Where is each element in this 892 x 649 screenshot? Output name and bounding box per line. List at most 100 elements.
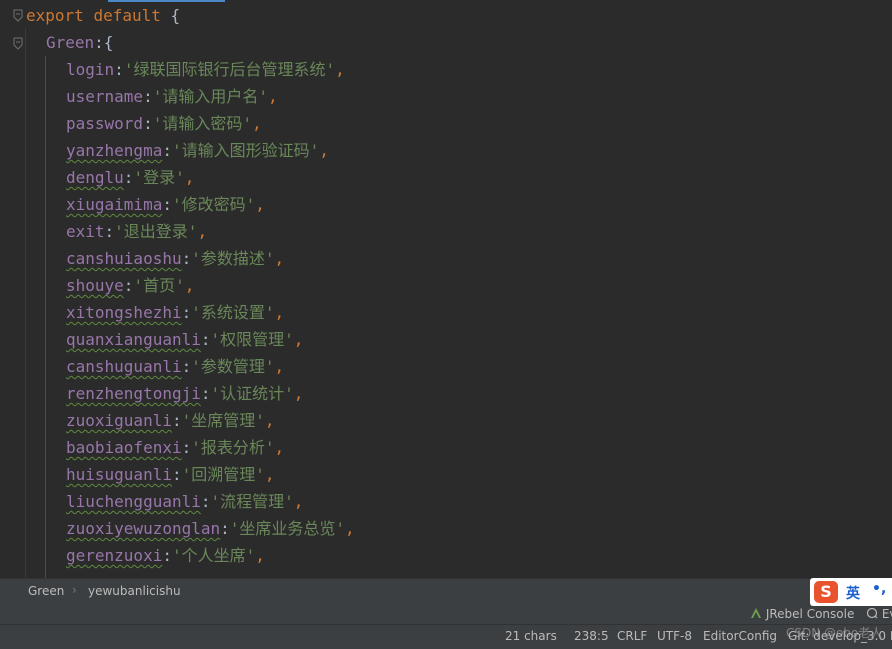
object-key: shouye <box>66 276 124 295</box>
object-key-green: Green <box>46 33 95 52</box>
event-log-label: Ev <box>881 607 892 621</box>
selection-chars[interactable]: 21 chars <box>505 629 557 643</box>
colon: : <box>114 60 124 79</box>
object-key: liuchengguanli <box>66 492 201 511</box>
editor-config[interactable]: EditorConfig <box>703 629 777 643</box>
object-key: gerenzuoxi <box>66 546 163 565</box>
event-log-icon <box>866 607 878 619</box>
code-line-entry[interactable]: quanxianguanli:'权限管理', <box>66 326 303 353</box>
caret-position[interactable]: 238:5 <box>574 629 609 643</box>
line-separator[interactable]: CRLF <box>617 629 647 643</box>
string-value: '回溯管理' <box>181 465 265 484</box>
code-line-entry[interactable]: username:'请输入用户名', <box>66 83 278 110</box>
jrebel-console-button[interactable]: JRebel Console <box>750 607 854 621</box>
object-key: xitongshezhi <box>66 303 182 322</box>
status-bar: 21 chars 238:5 CRLF UTF-8 EditorConfig G… <box>0 624 892 649</box>
comma: , <box>264 411 275 430</box>
object-key: login <box>66 60 115 79</box>
code-line-entry[interactable]: exit:'退出登录', <box>66 218 207 245</box>
code-line-entry[interactable]: baobiaofenxi:'报表分析', <box>66 434 284 461</box>
string-value: '参数管理' <box>191 357 275 376</box>
colon: : <box>171 411 182 430</box>
object-key: baobiaofenxi <box>66 438 182 457</box>
ime-toolbar[interactable]: S 英 •, <box>810 578 892 606</box>
comma: , <box>255 195 265 214</box>
comma: , <box>293 384 304 403</box>
string-value: '请输入用户名' <box>152 87 268 106</box>
jrebel-console-label: JRebel Console <box>765 607 855 621</box>
object-key: renzhengtongji <box>66 384 201 403</box>
fold-icon[interactable] <box>13 37 23 51</box>
code-line-entry[interactable]: shouye:'首页', <box>66 272 194 299</box>
string-value: '请输入密码' <box>152 114 252 133</box>
event-log-button[interactable]: Ev <box>866 607 892 621</box>
breadcrumb-item-yewubanlicishu[interactable]: yewubanlicishu <box>88 584 181 598</box>
string-value: '首页' <box>133 276 185 295</box>
ime-mode[interactable]: 英 <box>846 583 860 603</box>
open-brace: { <box>170 6 181 25</box>
object-key: yanzhengma <box>66 141 163 160</box>
string-value: '退出登录' <box>114 222 198 241</box>
colon: : <box>143 87 153 106</box>
code-line-entry[interactable]: password:'请输入密码', <box>66 110 262 137</box>
comma: , <box>293 330 304 349</box>
string-value: '流程管理' <box>210 492 294 511</box>
object-key: xiugaimima <box>66 195 163 214</box>
colon: : <box>123 168 134 187</box>
string-value: '坐席业务总览' <box>229 519 346 538</box>
breadcrumb: Green › yewubanlicishu <box>0 578 892 605</box>
code-line-entry[interactable]: canshuguanli:'参数管理', <box>66 353 284 380</box>
code-line-entry[interactable]: renzhengtongji:'认证统计', <box>66 380 303 407</box>
comma: , <box>274 438 285 457</box>
code-line-green[interactable]: Green:{ <box>46 29 113 56</box>
comma: , <box>184 276 195 295</box>
object-key: exit <box>66 222 105 241</box>
code-line-entry[interactable]: xitongshezhi:'系统设置', <box>66 299 284 326</box>
colon: : <box>123 276 134 295</box>
tool-window-bar: JRebel Console Ev <box>0 604 892 624</box>
code-line-entry[interactable]: liuchengguanli:'流程管理', <box>66 488 303 515</box>
comma: , <box>345 519 355 538</box>
code-line-entry[interactable]: gerenzuoxi:'个人坐席', <box>66 542 265 569</box>
comma: , <box>255 546 265 565</box>
colon: : <box>162 546 172 565</box>
comma: , <box>319 141 329 160</box>
colon: : <box>162 195 172 214</box>
comma: , <box>267 87 278 106</box>
colon: : <box>104 222 115 241</box>
ime-punctuation[interactable]: •, <box>872 581 886 597</box>
code-line-entry[interactable]: xiugaimima:'修改密码', <box>66 191 265 218</box>
colon: : <box>200 330 211 349</box>
string-value: '参数描述' <box>191 249 275 268</box>
code-line-entry[interactable]: zuoxiguanli:'坐席管理', <box>66 407 275 434</box>
code-line-entry[interactable]: denglu:'登录', <box>66 164 194 191</box>
code-line-export[interactable]: export default { <box>26 2 180 29</box>
code-editor[interactable]: export default { Green:{ login:'绿联国际银行后台… <box>0 0 892 578</box>
colon: : <box>143 114 153 133</box>
string-value: '修改密码' <box>171 195 256 214</box>
sogou-logo-icon: S <box>814 581 838 603</box>
code-line-entry[interactable]: zuoxiyewuzonglan:'坐席业务总览', <box>66 515 355 542</box>
indent-guide <box>45 56 46 578</box>
string-value: '登录' <box>133 168 185 187</box>
object-key: canshuiaoshu <box>66 249 182 268</box>
file-encoding[interactable]: UTF-8 <box>657 629 692 643</box>
comma: , <box>251 114 262 133</box>
string-value: '个人坐席' <box>171 546 256 565</box>
string-value: '认证统计' <box>210 384 294 403</box>
code-line-entry[interactable]: yanzhengma:'请输入图形验证码', <box>66 137 329 164</box>
fold-icon[interactable] <box>13 9 23 23</box>
code-line-entry[interactable]: huisuguanli:'回溯管理', <box>66 461 275 488</box>
colon: : <box>200 384 211 403</box>
colon: : <box>171 465 182 484</box>
keyword-default: default <box>93 6 161 25</box>
comma: , <box>274 357 285 376</box>
code-line-entry[interactable]: login:'绿联国际银行后台管理系统', <box>66 56 345 83</box>
code-line-entry[interactable]: canshuiaoshu:'参数描述', <box>66 245 284 272</box>
breadcrumb-item-green[interactable]: Green <box>28 584 64 598</box>
comma: , <box>274 249 285 268</box>
object-key: canshuguanli <box>66 357 182 376</box>
object-key: password <box>66 114 144 133</box>
object-key: zuoxiyewuzonglan <box>66 519 221 538</box>
colon: : <box>162 141 172 160</box>
